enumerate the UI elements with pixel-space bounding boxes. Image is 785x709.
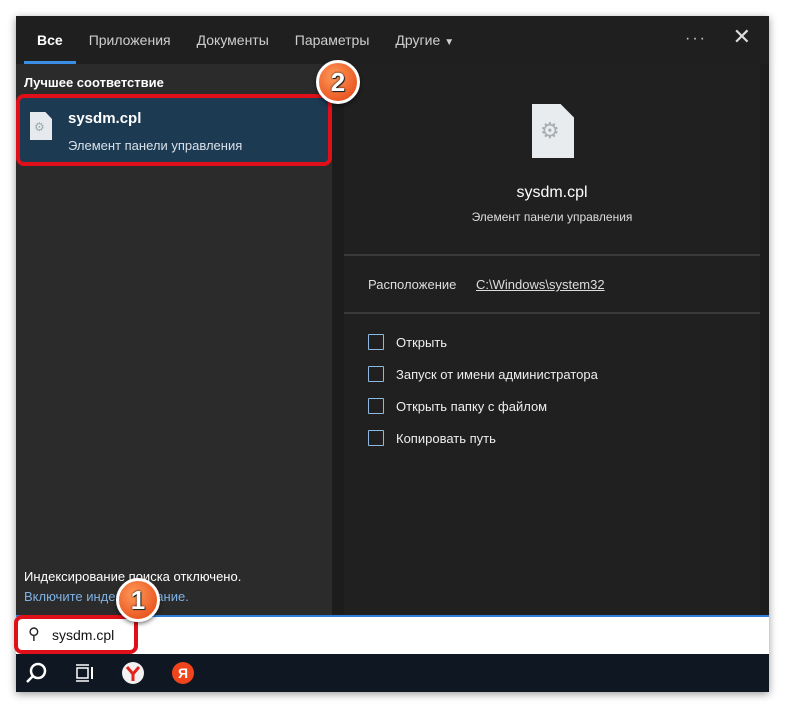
best-match-heading: Лучшее соответствие [24, 75, 164, 90]
detail-card: ⚙ sysdm.cpl Элемент панели управления Ра… [344, 64, 760, 615]
control-panel-file-icon-large: ⚙ [532, 104, 574, 158]
yandex-app-button[interactable]: Я [168, 658, 198, 688]
detail-title: sysdm.cpl [516, 184, 588, 201]
admin-shield-icon [368, 366, 384, 382]
location-label: Расположение [368, 277, 457, 292]
location-link[interactable]: C:\Windows\system32 [476, 277, 605, 292]
tab-apps[interactable]: Приложения [89, 16, 171, 64]
task-view-button[interactable] [70, 658, 100, 688]
svg-text:Я: Я [178, 665, 188, 681]
folder-icon [368, 398, 384, 414]
action-label: Открыть [396, 334, 448, 350]
enable-indexing-link[interactable]: Включите индексирование. [24, 589, 189, 604]
step-badge-1: 1 [116, 578, 160, 622]
copy-icon [368, 430, 384, 446]
filter-tabs: Все Приложения Документы Параметры Други… [16, 16, 769, 64]
taskbar-search-button[interactable] [21, 658, 51, 688]
yandex-browser-button[interactable] [118, 658, 148, 688]
open-icon [368, 334, 384, 350]
best-match-result[interactable]: ⚙ sysdm.cpl Элемент панели управления [16, 94, 332, 166]
detail-panel: ⚙ sysdm.cpl Элемент панели управления Ра… [332, 64, 769, 615]
more-options-button[interactable]: ··· [685, 30, 707, 48]
search-icon [26, 662, 47, 683]
tab-documents[interactable]: Документы [197, 16, 269, 64]
tab-other[interactable]: Другие ▼ [395, 16, 454, 64]
results-panel: Лучшее соответствие ⚙ sysdm.cpl Элемент … [16, 64, 332, 615]
task-view-icon [76, 664, 93, 682]
search-input[interactable]: sysdm.cpl [52, 627, 114, 643]
action-label: Запуск от имени администратора [396, 366, 598, 382]
action-run-as-admin[interactable]: Запуск от имени администратора [368, 366, 598, 382]
result-subtitle: Элемент панели управления [68, 138, 243, 153]
search-icon: ⚲ [28, 626, 40, 643]
action-copy-path[interactable]: Копировать путь [368, 430, 496, 446]
tab-settings[interactable]: Параметры [295, 16, 370, 64]
yandex-browser-icon [122, 662, 144, 684]
divider [344, 254, 760, 256]
step-badge-2: 2 [316, 60, 360, 104]
taskbar: Я [16, 654, 769, 692]
action-open[interactable]: Открыть [368, 334, 447, 350]
result-title: sysdm.cpl [68, 110, 142, 127]
detail-subtitle: Элемент панели управления [471, 210, 633, 224]
action-label: Копировать путь [396, 430, 496, 446]
yandex-icon: Я [172, 662, 194, 684]
divider [344, 312, 760, 314]
action-label: Открыть папку с файлом [396, 398, 548, 414]
search-bar[interactable]: ⚲ sysdm.cpl [14, 615, 769, 654]
action-open-folder[interactable]: Открыть папку с файлом [368, 398, 547, 414]
tab-all[interactable]: Все [24, 16, 76, 64]
close-button[interactable]: ✕ [733, 24, 751, 50]
tab-other-label: Другие [395, 32, 441, 48]
control-panel-file-icon: ⚙ [30, 112, 52, 140]
chevron-down-icon: ▼ [444, 37, 455, 48]
